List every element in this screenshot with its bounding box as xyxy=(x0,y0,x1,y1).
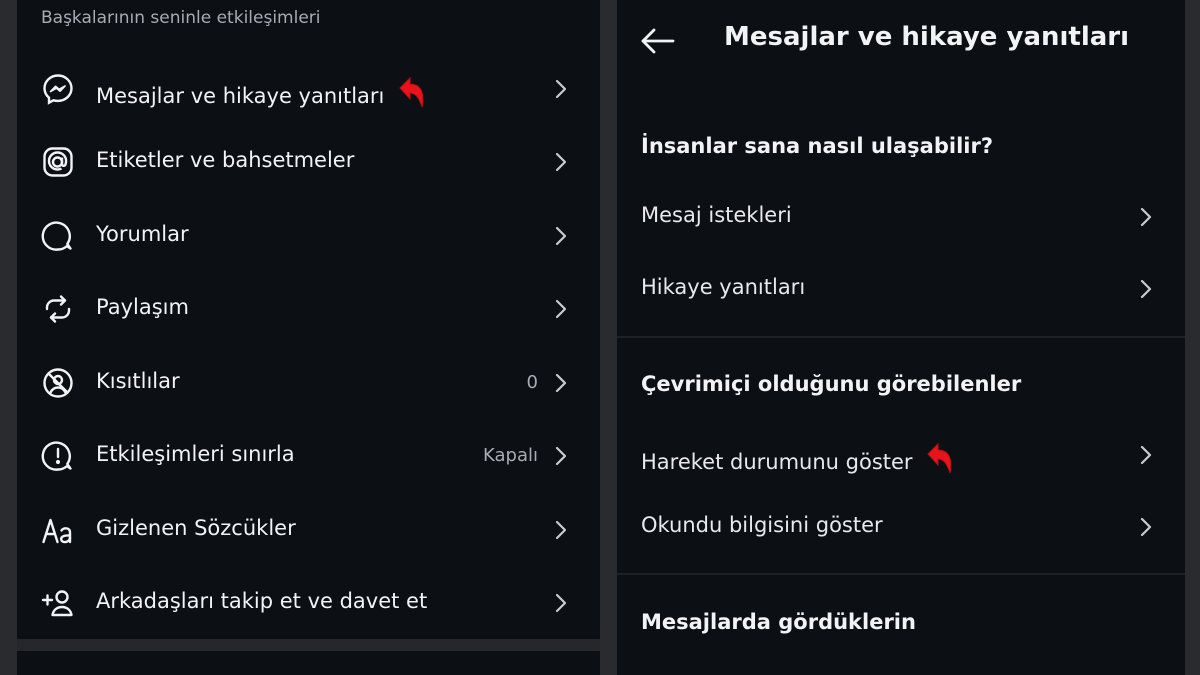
settings-interactions-panel: Başkalarının seninle etkileşimleri Mesaj… xyxy=(17,0,600,675)
alert-bubble-icon xyxy=(39,439,77,473)
menu-item-label: Mesaj istekleri xyxy=(641,203,792,227)
chevron-right-icon xyxy=(1140,517,1152,537)
menu-item-show-read-receipts[interactable]: Okundu bilgisini göster xyxy=(617,497,1185,557)
back-arrow-icon[interactable] xyxy=(639,24,677,58)
chevron-right-icon xyxy=(555,593,567,613)
limit-interactions-status: Kapalı xyxy=(483,445,538,466)
chevron-right-icon xyxy=(1140,445,1152,465)
menu-item-tags-mentions[interactable]: Etiketler ve bahsetmeler xyxy=(17,132,600,192)
menu-item-comments[interactable]: Yorumlar xyxy=(17,206,600,266)
section-divider xyxy=(617,336,1185,338)
menu-item-limit-interactions[interactable]: Etkileşimleri sınırla Kapalı xyxy=(17,426,600,486)
chevron-right-icon xyxy=(555,152,567,172)
menu-item-messages-story-replies[interactable]: Mesajlar ve hikaye yanıtları xyxy=(17,59,600,119)
chevron-right-icon xyxy=(555,299,567,319)
chevron-right-icon xyxy=(555,79,567,99)
menu-item-hidden-words[interactable]: Gizlenen Sözcükler xyxy=(17,500,600,560)
menu-item-label: Etkileşimleri sınırla xyxy=(96,442,295,466)
menu-item-label: Mesajlar ve hikaye yanıtları xyxy=(96,84,385,108)
at-sign-icon xyxy=(39,145,77,179)
chevron-right-icon xyxy=(1140,207,1152,227)
menu-item-label: Hareket durumunu göster xyxy=(641,450,913,474)
chevron-right-icon xyxy=(555,446,567,466)
menu-item-restricted[interactable]: Kısıtlılar 0 xyxy=(17,353,600,413)
menu-item-message-requests[interactable]: Mesaj istekleri xyxy=(617,187,1185,247)
menu-item-label: Arkadaşları takip et ve davet et xyxy=(96,589,428,613)
comment-icon xyxy=(39,219,77,253)
chevron-right-icon xyxy=(555,226,567,246)
add-person-icon xyxy=(39,586,77,620)
menu-item-label: Hikaye yanıtları xyxy=(641,275,806,299)
chevron-right-icon xyxy=(555,373,567,393)
section-divider xyxy=(17,639,600,651)
section-heading: Başkalarının seninle etkileşimleri xyxy=(41,8,321,28)
restricted-count: 0 xyxy=(526,372,538,393)
highlight-arrow-icon xyxy=(927,442,952,474)
messages-settings-panel: Mesajlar ve hikaye yanıtları İnsanlar sa… xyxy=(617,0,1185,675)
menu-item-label: Yorumlar xyxy=(96,222,189,246)
menu-item-label: Etiketler ve bahsetmeler xyxy=(96,148,355,172)
menu-item-show-activity-status[interactable]: Hareket durumunu göster xyxy=(617,425,1185,485)
section-heading-in-messages: Mesajlarda gördüklerin xyxy=(641,610,916,634)
menu-item-follow-invite-friends[interactable]: Arkadaşları takip et ve davet et xyxy=(17,573,600,633)
menu-item-label: Okundu bilgisini göster xyxy=(641,513,883,537)
menu-item-sharing[interactable]: Paylaşım xyxy=(17,279,600,339)
menu-item-label: Paylaşım xyxy=(96,295,189,319)
messenger-icon xyxy=(39,72,77,106)
text-aa-icon xyxy=(39,513,77,547)
restricted-icon xyxy=(39,366,77,400)
page-title: Mesajlar ve hikaye yanıtları xyxy=(724,22,1130,52)
chevron-right-icon xyxy=(1140,279,1152,299)
section-heading-online: Çevrimiçi olduğunu görebilenler xyxy=(641,372,1022,396)
section-heading-reach: İnsanlar sana nasıl ulaşabilir? xyxy=(641,134,994,158)
highlight-arrow-icon xyxy=(399,76,424,108)
chevron-right-icon xyxy=(555,520,567,540)
share-loop-icon xyxy=(39,292,77,326)
menu-item-label: Gizlenen Sözcükler xyxy=(96,516,296,540)
menu-item-story-replies[interactable]: Hikaye yanıtları xyxy=(617,259,1185,319)
section-divider xyxy=(617,573,1185,575)
menu-item-label: Kısıtlılar xyxy=(96,369,180,393)
